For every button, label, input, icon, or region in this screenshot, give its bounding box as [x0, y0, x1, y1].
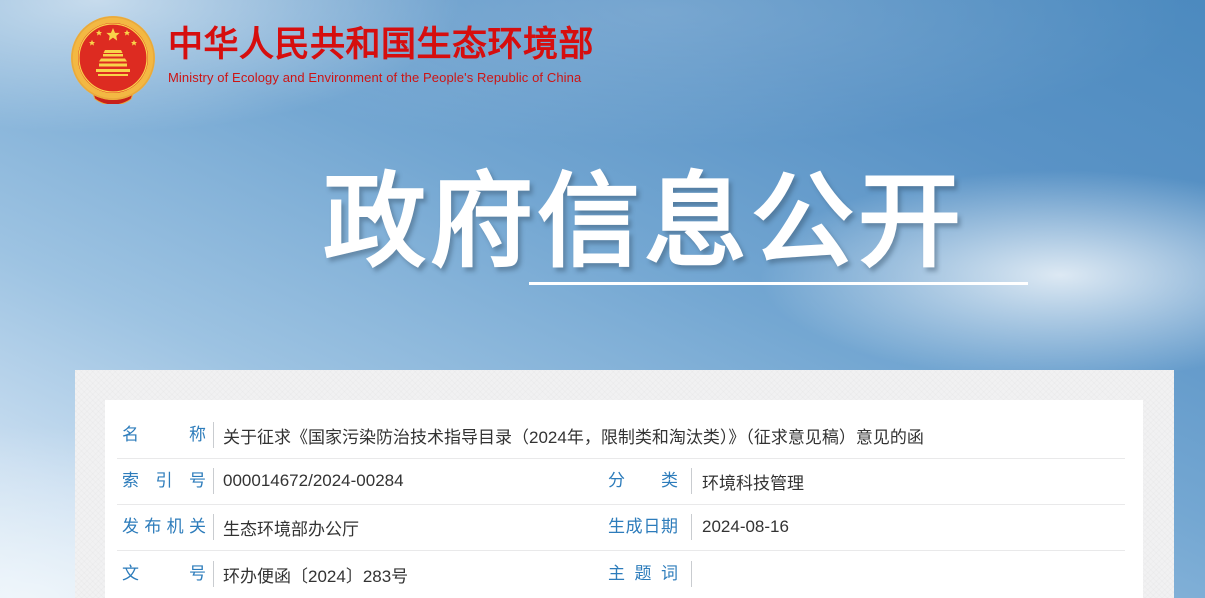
field-publish-date: 生成日期 2024-08-16 — [608, 514, 789, 540]
field-name-value: 关于征求《国家污染防治技术指导目录（2024年，限制类和淘汰类）》（征求意见稿）… — [223, 423, 924, 448]
field-index-label: 索引号 — [122, 471, 206, 491]
row-docno-keywords: 文号 环办便函〔2024〕283号 主题词 — [105, 550, 1143, 598]
site-logo-link[interactable]: 中华人民共和国生态环境部 Ministry of Ecology and Env… — [68, 14, 594, 104]
field-index-no: 索引号 000014672/2024-00284 — [105, 468, 608, 494]
field-name-label: 名称 — [122, 425, 206, 445]
field-category: 分类 环境科技管理 — [608, 468, 804, 494]
row-index-category: 索引号 000014672/2024-00284 分类 环境科技管理 — [105, 458, 1143, 504]
field-divider — [213, 468, 214, 494]
row-agency-date: 发布机关 生态环境部办公厅 生成日期 2024-08-16 — [105, 504, 1143, 550]
field-docno-label: 文号 — [122, 564, 206, 584]
row-name: 名称 关于征求《国家污染防治技术指导目录（2024年，限制类和淘汰类）》（征求意… — [105, 412, 1143, 458]
field-divider — [213, 514, 214, 540]
field-divider — [213, 561, 214, 587]
content-panel: 名称 关于征求《国家污染防治技术指导目录（2024年，限制类和淘汰类）》（征求意… — [75, 370, 1174, 598]
field-issuing-agency: 发布机关 生态环境部办公厅 — [105, 514, 608, 540]
field-date-label: 生成日期 — [608, 517, 678, 537]
field-keywords-label: 主题词 — [608, 564, 678, 584]
field-category-value: 环境科技管理 — [702, 469, 804, 494]
field-divider — [213, 422, 214, 448]
field-agency-label: 发布机关 — [122, 517, 206, 537]
title-underline — [529, 282, 1028, 285]
info-card: 名称 关于征求《国家污染防治技术指导目录（2024年，限制类和淘汰类）》（征求意… — [105, 400, 1143, 598]
field-doc-number: 文号 环办便函〔2024〕283号 — [105, 561, 608, 587]
ministry-name-en: Ministry of Ecology and Environment of t… — [168, 70, 594, 85]
field-index-value: 000014672/2024-00284 — [223, 471, 404, 491]
field-name: 名称 关于征求《国家污染防治技术指导目录（2024年，限制类和淘汰类）》（征求意… — [105, 422, 1143, 448]
field-date-value: 2024-08-16 — [702, 517, 789, 537]
field-divider — [691, 468, 692, 494]
field-divider — [691, 514, 692, 540]
national-emblem-icon — [68, 14, 158, 104]
field-agency-value: 生态环境部办公厅 — [223, 515, 359, 540]
field-category-label: 分类 — [608, 471, 678, 491]
ministry-name-cn: 中华人民共和国生态环境部 — [168, 26, 594, 65]
page-title: 政府信息公开 — [323, 138, 965, 287]
field-divider — [691, 561, 692, 587]
field-keywords: 主题词 — [608, 561, 702, 587]
field-docno-value: 环办便函〔2024〕283号 — [223, 562, 408, 587]
